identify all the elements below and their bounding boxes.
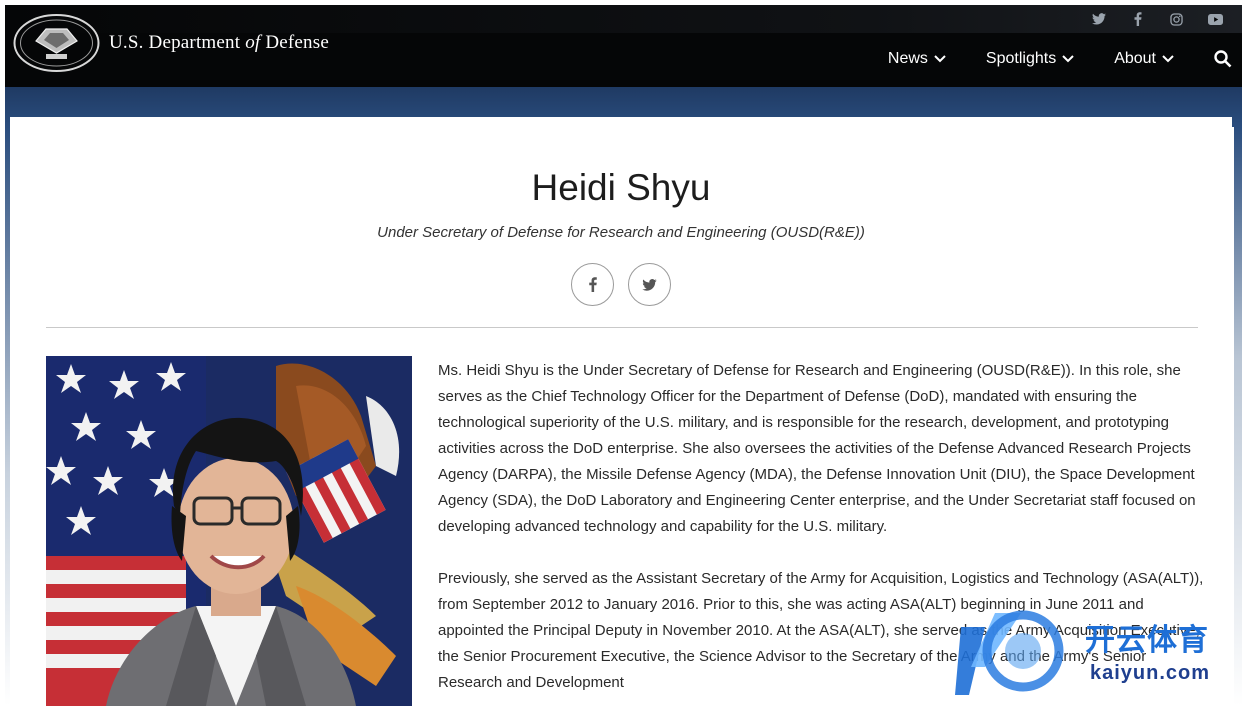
main-nav: News Spotlights About <box>888 50 1242 68</box>
social-icons <box>1088 10 1226 28</box>
facebook-icon[interactable] <box>1127 10 1148 28</box>
search-icon[interactable] <box>1214 50 1232 68</box>
brand-title[interactable]: U.S. Department of Defense <box>109 32 329 54</box>
dod-seal-logo[interactable] <box>13 13 100 73</box>
share-facebook-button[interactable] <box>571 263 614 306</box>
brand-of: of <box>245 32 261 53</box>
profile-title: Under Secretary of Defense for Research … <box>377 224 865 241</box>
chevron-down-icon <box>1062 55 1074 63</box>
share-buttons <box>571 263 671 306</box>
nav-about[interactable]: About <box>1114 50 1174 68</box>
official-portrait <box>46 356 412 706</box>
watermark-url: kaiyun.com <box>1090 662 1211 684</box>
nav-spotlights-label: Spotlights <box>985 50 1057 67</box>
bio-paragraph: Ms. Heidi Shyu is the Under Secretary of… <box>438 362 1196 535</box>
brand-suffix: Defense <box>265 32 329 53</box>
section-divider <box>46 327 1198 328</box>
facebook-icon <box>588 277 597 292</box>
nav-about-label: About <box>1114 50 1156 67</box>
page-edge-right <box>1234 127 1242 706</box>
social-strip <box>5 5 1242 33</box>
profile-name: Heidi Shyu <box>531 167 711 208</box>
watermark-text: 开云体育 <box>1085 624 1209 657</box>
youtube-icon[interactable] <box>1205 10 1226 28</box>
twitter-icon[interactable] <box>1088 10 1109 28</box>
share-twitter-button[interactable] <box>628 263 671 306</box>
brand-prefix: U.S. Department <box>109 32 241 53</box>
nav-news[interactable]: News <box>888 50 946 68</box>
chevron-down-icon <box>934 55 946 63</box>
nav-spotlights[interactable]: Spotlights <box>986 50 1074 68</box>
instagram-icon[interactable] <box>1166 10 1187 28</box>
chevron-down-icon <box>1162 55 1174 63</box>
twitter-icon <box>642 278 657 291</box>
nav-news-label: News <box>887 50 928 67</box>
site-header: U.S. Department of Defense News Spotligh… <box>5 5 1242 87</box>
